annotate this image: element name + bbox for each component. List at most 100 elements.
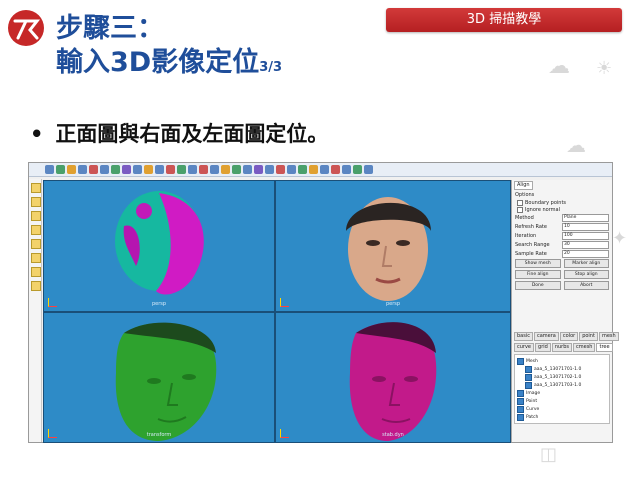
textured-face-render [346,197,431,301]
method-select[interactable]: Plane [562,213,609,222]
tool-icon[interactable] [221,165,230,174]
refresh-rate-input[interactable]: 10 [562,222,609,231]
tab-point[interactable]: point [579,332,598,341]
tree-node-image[interactable]: Image [517,389,607,397]
tree-node-curve[interactable]: Curve [517,405,607,413]
tool-icon[interactable] [56,165,65,174]
options-label: Options [515,192,535,198]
tool-icon[interactable] [254,165,263,174]
fine-align-button[interactable]: Fine align [515,270,561,279]
tab-color[interactable]: color [559,332,579,341]
tool-icon[interactable] [364,165,373,174]
tool-icon[interactable] [31,183,41,193]
tool-icon[interactable] [331,165,340,174]
search-range-slider[interactable]: 30 [562,240,609,249]
viewport-top-right[interactable]: persp [275,180,511,312]
field-label: Sample Rate [515,250,547,257]
checkbox[interactable] [517,206,523,213]
tab-camera[interactable]: camera [533,332,559,341]
checkbox-label: Ignore normal [525,206,561,213]
checkbox[interactable] [517,199,523,206]
tool-icon[interactable] [78,165,87,174]
tool-icon[interactable] [276,165,285,174]
tree-label: aaa_5_13071702-1.0 [534,374,582,380]
tool-icon[interactable] [31,197,41,207]
sample-rate-row: Sample Rate 20 [512,249,612,258]
viewport-bottom-left[interactable]: transform [43,312,275,443]
tab-curve[interactable]: curve [514,343,535,352]
tree-node-patch[interactable]: Patch [517,413,607,421]
tree-node-mesh-item[interactable]: aaa_5_13071703-1.0 [517,381,607,389]
field-label: Refresh Rate [515,223,547,230]
tab-grid[interactable]: grid [535,343,551,352]
title-line2-sub: 3/3 [259,60,283,75]
viewport-top-left[interactable]: persp [43,180,275,312]
page-title: 步驟三： 輸入3D影像定位3/3 [56,12,282,85]
tab-tree[interactable]: tree [596,343,613,352]
tree-label: Point [526,398,538,404]
marker-align-button[interactable]: Marker align [563,259,609,268]
tool-icon[interactable] [89,165,98,174]
folder-icon [517,357,524,365]
tool-icon[interactable] [342,165,351,174]
tool-icon[interactable] [31,225,41,235]
stop-align-button[interactable]: Stop align [563,270,609,279]
checkbox-boundary-points[interactable]: Boundary points [512,199,612,206]
tool-icon[interactable] [353,165,362,174]
tool-icon[interactable] [31,267,41,277]
tab-align[interactable]: Align [514,181,533,190]
done-button[interactable]: Done [515,281,561,290]
tool-icon[interactable] [133,165,142,174]
tool-icon[interactable] [199,165,208,174]
tree-label: aaa_5_13071703-1.0 [534,382,582,388]
button-row: Show mesh Marker align [512,258,612,269]
tool-icon[interactable] [31,239,41,249]
tool-icon[interactable] [188,165,197,174]
tool-icon[interactable] [287,165,296,174]
tool-icon[interactable] [122,165,131,174]
tool-icon[interactable] [265,165,274,174]
tool-icon[interactable] [243,165,252,174]
panel-tabs: Align [512,180,612,191]
viewport-bottom-right[interactable]: stab.dyn [275,312,511,443]
tool-icon[interactable] [31,253,41,263]
tool-icon[interactable] [111,165,120,174]
tree-node-mesh-item[interactable]: aaa_5_13071702-1.0 [517,373,607,381]
checkbox-ignore-normal[interactable]: Ignore normal [512,206,612,213]
tree-node-mesh[interactable]: Mesh [517,357,607,365]
iteration-input[interactable]: 100 [562,231,609,240]
tab-cmesh[interactable]: cmesh [573,343,596,352]
tree-node-point[interactable]: Point [517,397,607,405]
tool-icon[interactable] [144,165,153,174]
tool-icon[interactable] [309,165,318,174]
tool-icon[interactable] [166,165,175,174]
tool-icon[interactable] [45,165,54,174]
folder-icon [517,405,524,413]
star-icon: ✦ [612,228,628,249]
tree-label: Patch [526,414,539,420]
tool-icon[interactable] [100,165,109,174]
tree-node-mesh-item[interactable]: aaa_5_13071701-1.0 [517,365,607,373]
tool-icon[interactable] [320,165,329,174]
cloud-icon: ☁ [566,133,586,157]
tree-label: aaa_5_13071701-1.0 [534,366,582,372]
bullet-text: 正面圖與右面及左面圖定位。 [55,122,329,146]
sun-icon: ☀ [596,58,613,79]
tab-nurbs[interactable]: nurbs [551,343,572,352]
bullet-point: • 正面圖與右面及左面圖定位。 [30,118,328,148]
viewport-label: stab.dyn [382,432,404,438]
tab-mesh[interactable]: mesh [598,332,619,341]
tool-icon[interactable] [31,281,41,291]
tool-icon[interactable] [210,165,219,174]
show-mesh-button[interactable]: Show mesh [515,259,561,268]
tool-icon[interactable] [177,165,186,174]
tool-icon[interactable] [232,165,241,174]
tool-icon[interactable] [155,165,164,174]
tab-basic[interactable]: basic [514,332,533,341]
tool-icon[interactable] [298,165,307,174]
tool-icon[interactable] [67,165,76,174]
viewport-label: transform [146,432,172,438]
sample-rate-slider[interactable]: 20 [562,249,609,258]
abort-button[interactable]: Abort [563,281,609,290]
tool-icon[interactable] [31,211,41,221]
